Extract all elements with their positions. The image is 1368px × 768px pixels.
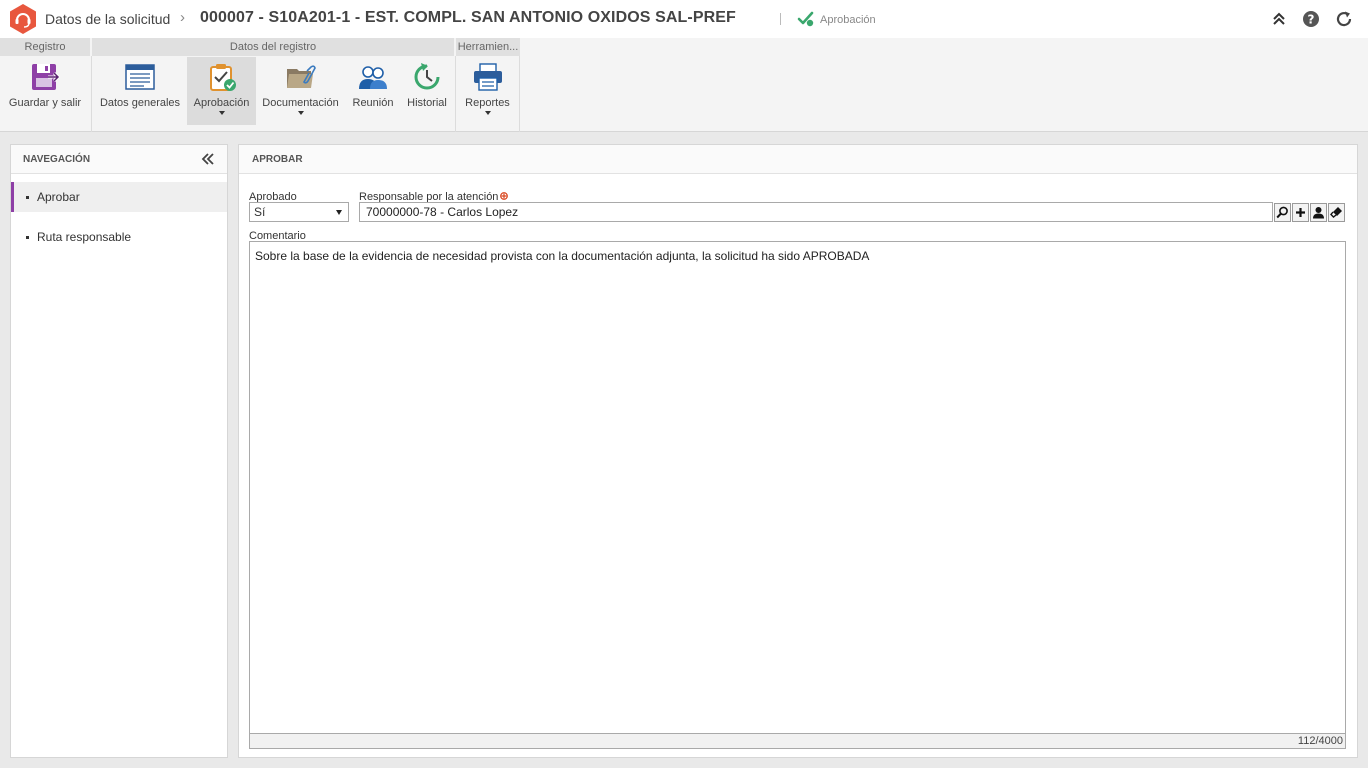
navigation-header: NAVEGACIÓN [11,145,227,174]
nav-item-ruta-responsable[interactable]: Ruta responsable [11,222,227,252]
refresh-icon[interactable] [1335,10,1353,28]
approval-status-icon [797,11,814,27]
chevron-down-icon [336,210,342,215]
ribbon-toolbar: Registro Datos del registro Herramien...… [0,38,1368,132]
breadcrumb-separator: › [180,9,185,26]
navigation-title: NAVEGACIÓN [23,154,91,165]
app-logo-icon [10,4,36,34]
add-responsible-button[interactable] [1292,203,1309,222]
comment-textarea[interactable]: Sobre la base de la evidencia de necesid… [249,241,1346,734]
user-responsible-button[interactable] [1310,203,1327,222]
documentation-label: Documentación [262,97,339,109]
approve-panel: APROBAR Aprobado Sí Responsable por la a… [238,144,1358,758]
history-icon [414,63,440,90]
page-title: 000007 - S10A201-1 - EST. COMPL. SAN ANT… [200,9,736,26]
character-count: 112/4000 [1297,735,1343,747]
save-exit-button[interactable]: Guardar y salir [4,57,86,125]
documentation-icon [286,65,316,88]
navigation-panel: NAVEGACIÓN Aprobar Ruta responsable [10,144,228,758]
title-divider [780,13,781,25]
collapse-left-icon[interactable] [201,153,215,165]
ribbon-group-registro: Registro [0,38,90,56]
character-counter: 112/4000 [249,734,1346,749]
approval-dropdown-caret [218,111,225,115]
breadcrumb-root[interactable]: Datos de la solicitud [45,11,170,27]
reports-button[interactable]: Reportes [460,57,515,125]
search-icon [1276,206,1288,219]
search-responsible-button[interactable] [1274,203,1291,222]
required-icon [500,192,509,200]
approval-icon [209,64,236,91]
status-label: Aprobación [820,14,876,26]
general-data-button[interactable]: Datos generales [96,57,184,125]
svg-text:?: ? [1308,13,1315,27]
documentation-dropdown-caret [297,111,304,115]
collapse-up-icon[interactable] [1270,10,1288,28]
responsible-value: 70000000-78 - Carlos Lopez [366,205,519,219]
save-exit-icon [32,64,61,90]
approved-select[interactable]: Sí [249,202,349,222]
clear-responsible-button[interactable] [1328,203,1345,222]
user-icon [1313,207,1324,219]
ribbon-separator [91,56,92,132]
general-data-icon [125,64,155,90]
nav-item-label: Aprobar [37,190,80,204]
eraser-icon [1330,207,1342,218]
nav-item-label: Ruta responsable [37,230,132,244]
approval-button[interactable]: Aprobación [187,57,256,125]
responsible-field[interactable]: 70000000-78 - Carlos Lopez [359,202,1273,222]
printer-icon [473,63,502,91]
ribbon-separator [455,56,456,132]
approve-header: APROBAR [239,145,1357,174]
meeting-icon [359,66,387,89]
title-bar: Datos de la solicitud › 000007 - S10A201… [0,0,1368,38]
general-data-label: Datos generales [99,97,181,109]
reports-label: Reportes [465,97,510,109]
documentation-button[interactable]: Documentación [259,57,342,125]
approval-label: Aprobación [193,97,250,109]
help-icon[interactable]: ? [1302,10,1320,28]
ribbon-separator [519,56,520,132]
plus-icon [1296,208,1305,217]
nav-item-aprobar[interactable]: Aprobar [11,182,227,212]
ribbon-group-datos-registro: Datos del registro [92,38,454,56]
meeting-label: Reunión [352,97,394,109]
history-button[interactable]: Historial [402,57,452,125]
history-label: Historial [407,97,447,109]
meeting-button[interactable]: Reunión [348,57,398,125]
reports-dropdown-caret [484,111,491,115]
approved-value: Sí [254,205,266,219]
approve-title: APROBAR [252,154,303,165]
save-exit-label: Guardar y salir [8,97,82,109]
ribbon-group-herramientas: Herramien... [456,38,520,56]
comment-value: Sobre la base de la evidencia de necesid… [255,249,870,263]
